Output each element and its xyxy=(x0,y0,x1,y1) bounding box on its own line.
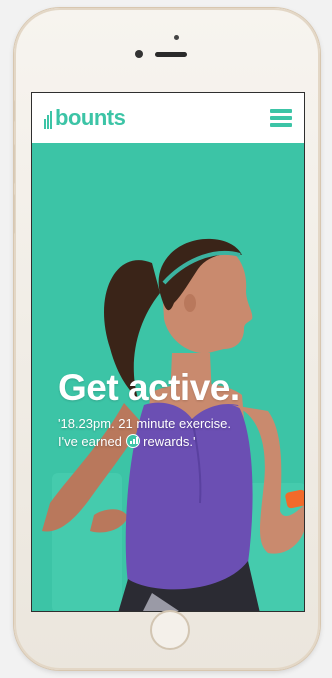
quote-line-2-prefix: I've earned xyxy=(58,434,122,449)
quote-line-2-suffix: rewards.' xyxy=(143,434,196,449)
hero-section: Get active. '18.23pm. 21 minute exercise… xyxy=(32,143,304,611)
earpiece-speaker xyxy=(155,52,187,57)
proximity-sensor xyxy=(174,35,179,40)
phone-frame: bounts Get active. '18.23pm. 21 minute e… xyxy=(14,8,320,670)
bar-chart-icon xyxy=(44,111,52,129)
bounts-reward-icon xyxy=(125,434,140,448)
quote-line-2: I've earned rewards.' xyxy=(58,433,298,451)
volume-down-button xyxy=(14,194,15,234)
home-button[interactable] xyxy=(150,610,190,650)
logo-text: bounts xyxy=(55,105,126,130)
hero-quote: '18.23pm. 21 minute exercise. I've earne… xyxy=(58,415,298,451)
front-camera xyxy=(135,50,143,58)
hero-headline: Get active. xyxy=(58,367,240,408)
brand-logo[interactable]: bounts xyxy=(44,105,126,130)
app-header: bounts xyxy=(32,93,304,143)
hamburger-menu-icon[interactable] xyxy=(270,109,292,127)
quote-line-1: '18.23pm. 21 minute exercise. xyxy=(58,416,232,431)
phone-screen: bounts Get active. '18.23pm. 21 minute e… xyxy=(31,92,305,612)
volume-up-button xyxy=(14,144,15,184)
mute-switch xyxy=(14,100,15,122)
